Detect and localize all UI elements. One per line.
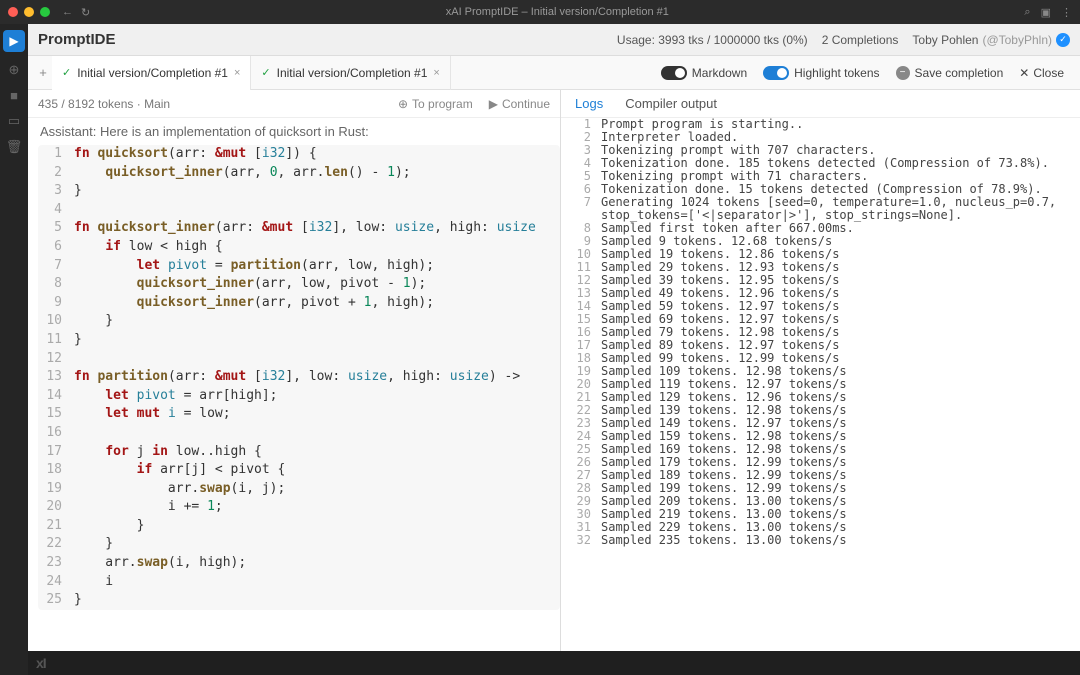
code-line: 2 quicksort_inner(arr, 0, arr.len() - 1)…: [38, 164, 560, 183]
nav-refresh-icon[interactable]: ↻: [81, 6, 90, 19]
check-icon: ✓: [62, 66, 71, 79]
code-line: 4: [38, 201, 560, 220]
user-handle: (@TobyPhln): [982, 33, 1052, 47]
completion-tab[interactable]: ✓ Initial version/Completion #1 ×: [251, 56, 450, 90]
search-icon[interactable]: ⌕: [1024, 6, 1030, 19]
user-name: Toby Pohlen: [912, 33, 978, 47]
editor-pane: 435 / 8192 tokens · Main ⊕To program ▶Co…: [28, 90, 561, 651]
xai-logo: xI: [36, 655, 46, 671]
window-title: xAI PromptIDE – Initial version/Completi…: [90, 6, 1024, 18]
close-icon: ✕: [1019, 66, 1029, 80]
minimize-window-dot[interactable]: [24, 7, 34, 17]
code-line: 19 arr.swap(i, j);: [38, 480, 560, 499]
highlight-toggle[interactable]: Highlight tokens: [763, 66, 879, 80]
editor-infobar: 435 / 8192 tokens · Main ⊕To program ▶Co…: [28, 90, 560, 118]
code-line: 22 }: [38, 535, 560, 554]
file-icon[interactable]: ▭: [8, 113, 20, 129]
code-line: 7 let pivot = partition(arr, low, high);: [38, 257, 560, 276]
code-line: 5fn quicksort_inner(arr: &mut [i32], low…: [38, 219, 560, 238]
play-icon: ▶: [489, 97, 498, 111]
log-line: 32Sampled 235 tokens. 13.00 tokens/s: [561, 534, 1080, 547]
code-line: 11}: [38, 331, 560, 350]
close-button[interactable]: ✕ Close: [1019, 66, 1064, 80]
activity-bar: ▶ ⊕ ■ ▭ 🗑: [0, 24, 28, 675]
code-line: 17 for j in low..high {: [38, 443, 560, 462]
code-line: 15 let mut i = low;: [38, 405, 560, 424]
more-icon[interactable]: ⋮: [1061, 6, 1072, 19]
logs-body[interactable]: 1Prompt program is starting..2Interprete…: [561, 118, 1080, 651]
code-line: 6 if low < high {: [38, 238, 560, 257]
save-completion-button[interactable]: −Save completion: [896, 66, 1004, 80]
code-line: 16: [38, 424, 560, 443]
code-line: 3}: [38, 182, 560, 201]
completion-tab[interactable]: ✓ Initial version/Completion #1 ×: [52, 56, 251, 90]
folder-icon[interactable]: ■: [10, 88, 18, 103]
verified-icon: ✓: [1056, 33, 1070, 47]
code-line: 1fn quicksort(arr: &mut [i32]) {: [38, 145, 560, 164]
code-line: 12: [38, 350, 560, 369]
close-window-dot[interactable]: [8, 7, 18, 17]
code-line: 10 }: [38, 312, 560, 331]
tab-row: + ✓ Initial version/Completion #1 × ✓ Initia…: [28, 56, 1080, 90]
app-logo-icon[interactable]: ▶: [3, 30, 25, 52]
code-line: 25}: [38, 591, 560, 610]
nav-back-icon[interactable]: ←: [62, 6, 73, 19]
code-line: 9 quicksort_inner(arr, pivot + 1, high);: [38, 294, 560, 313]
to-program-button[interactable]: ⊕To program: [398, 97, 473, 111]
code-line: 8 quicksort_inner(arr, low, pivot - 1);: [38, 275, 560, 294]
tab-label: Initial version/Completion #1: [77, 66, 228, 80]
output-pane: Logs Compiler output 1Prompt program is …: [561, 90, 1080, 651]
top-bar: PromptIDE Usage: 3993 tks / 1000000 tks …: [28, 24, 1080, 56]
continue-button[interactable]: ▶Continue: [489, 97, 550, 111]
check-icon: ✓: [261, 66, 270, 79]
code-line: 20 i += 1;: [38, 498, 560, 517]
bottom-bar: xI: [28, 651, 1080, 675]
code-line: 23 arr.swap(i, high);: [38, 554, 560, 573]
maximize-window-dot[interactable]: [40, 7, 50, 17]
new-tab-button[interactable]: +: [34, 65, 52, 80]
assistant-intro: Assistant: Here is an implementation of …: [38, 122, 560, 145]
user-block[interactable]: Toby Pohlen (@TobyPhln) ✓: [912, 33, 1070, 47]
tab-logs[interactable]: Logs: [575, 96, 603, 111]
markdown-toggle[interactable]: Markdown: [661, 66, 747, 80]
tab-close-icon[interactable]: ×: [433, 67, 439, 79]
trash-icon[interactable]: 🗑: [6, 139, 23, 155]
code-line: 13fn partition(arr: &mut [i32], low: usi…: [38, 368, 560, 387]
tab-compiler-output[interactable]: Compiler output: [625, 96, 717, 111]
code-block: 1fn quicksort(arr: &mut [i32]) {2 quicks…: [38, 145, 560, 610]
plus-circle-icon: ⊕: [398, 97, 408, 111]
editor-body[interactable]: Assistant: Here is an implementation of …: [28, 118, 560, 651]
brand-title: PromptIDE: [38, 31, 116, 48]
token-count: 435 / 8192 tokens · Main: [38, 97, 170, 111]
plus-icon[interactable]: ⊕: [9, 62, 20, 78]
completions-count[interactable]: 2 Completions: [822, 33, 899, 47]
code-line: 18 if arr[j] < pivot {: [38, 461, 560, 480]
layout-icon[interactable]: ▣: [1041, 6, 1051, 19]
code-line: 24 i: [38, 573, 560, 592]
usage-text: Usage: 3993 tks / 1000000 tks (0%): [617, 33, 808, 47]
tab-label: Initial version/Completion #1: [277, 66, 428, 80]
code-line: 14 let pivot = arr[high];: [38, 387, 560, 406]
code-line: 21 }: [38, 517, 560, 536]
os-titlebar: ← ↻ xAI PromptIDE – Initial version/Comp…: [0, 0, 1080, 24]
tab-close-icon[interactable]: ×: [234, 67, 240, 79]
